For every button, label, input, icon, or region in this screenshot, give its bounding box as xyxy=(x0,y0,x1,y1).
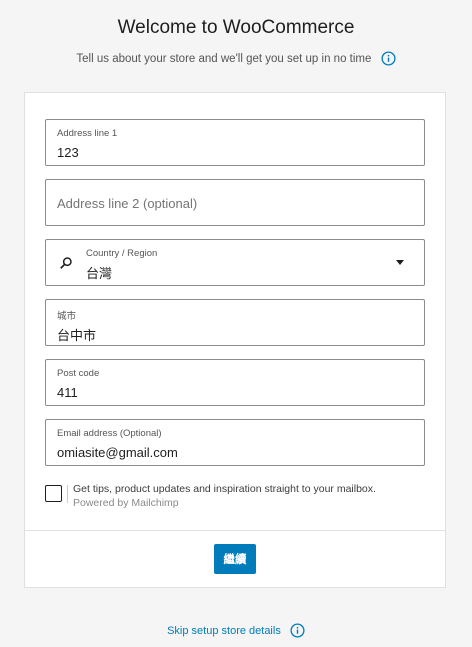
divider xyxy=(67,485,68,503)
newsletter-opt-in: Get tips, product updates and inspiratio… xyxy=(45,482,425,512)
page-subtitle: Tell us about your store and we'll get y… xyxy=(0,51,472,66)
post-code-field[interactable]: Post code 411 xyxy=(45,359,425,406)
chevron-down-icon[interactable] xyxy=(396,260,404,265)
email-field[interactable]: Email address (Optional) omiasite@gmail.… xyxy=(45,419,425,466)
skip-setup-label[interactable]: Skip setup store details xyxy=(167,625,281,637)
card-divider xyxy=(25,530,445,531)
info-icon[interactable] xyxy=(381,51,396,66)
country-region-label: Country / Region xyxy=(86,248,158,259)
address-line-2-placeholder[interactable]: Address line 2 (optional) xyxy=(57,196,197,211)
newsletter-label: Get tips, product updates and inspiratio… xyxy=(73,483,376,495)
address-line-2-field[interactable]: Address line 2 (optional) xyxy=(45,179,425,226)
subtitle-text: Tell us about your store and we'll get y… xyxy=(76,52,372,65)
country-region-select[interactable]: Country / Region 台灣 xyxy=(45,239,425,286)
newsletter-sublabel: Powered by Mailchimp xyxy=(73,497,179,509)
post-code-value[interactable]: 411 xyxy=(57,385,78,400)
store-details-card: Address line 1 123 Address line 2 (optio… xyxy=(24,92,446,588)
email-value[interactable]: omiasite@gmail.com xyxy=(57,445,178,460)
email-label: Email address (Optional) xyxy=(57,428,162,439)
address-line-1-value[interactable]: 123 xyxy=(57,145,79,160)
continue-button[interactable]: 繼續 xyxy=(214,544,256,574)
newsletter-checkbox[interactable] xyxy=(45,485,62,502)
post-code-label: Post code xyxy=(57,368,100,379)
city-label: 城市 xyxy=(57,311,77,322)
city-field[interactable]: 城市 台中市 xyxy=(45,299,425,346)
page-title: Welcome to WooCommerce xyxy=(117,17,355,38)
info-icon[interactable] xyxy=(290,623,305,638)
country-region-value[interactable]: 台灣 xyxy=(86,263,112,282)
city-value[interactable]: 台中市 xyxy=(57,325,96,344)
address-line-1-field[interactable]: Address line 1 123 xyxy=(45,119,425,166)
address-line-1-label: Address line 1 xyxy=(57,128,118,139)
search-icon xyxy=(60,257,72,269)
skip-setup-link[interactable]: Skip setup store details xyxy=(0,623,472,638)
